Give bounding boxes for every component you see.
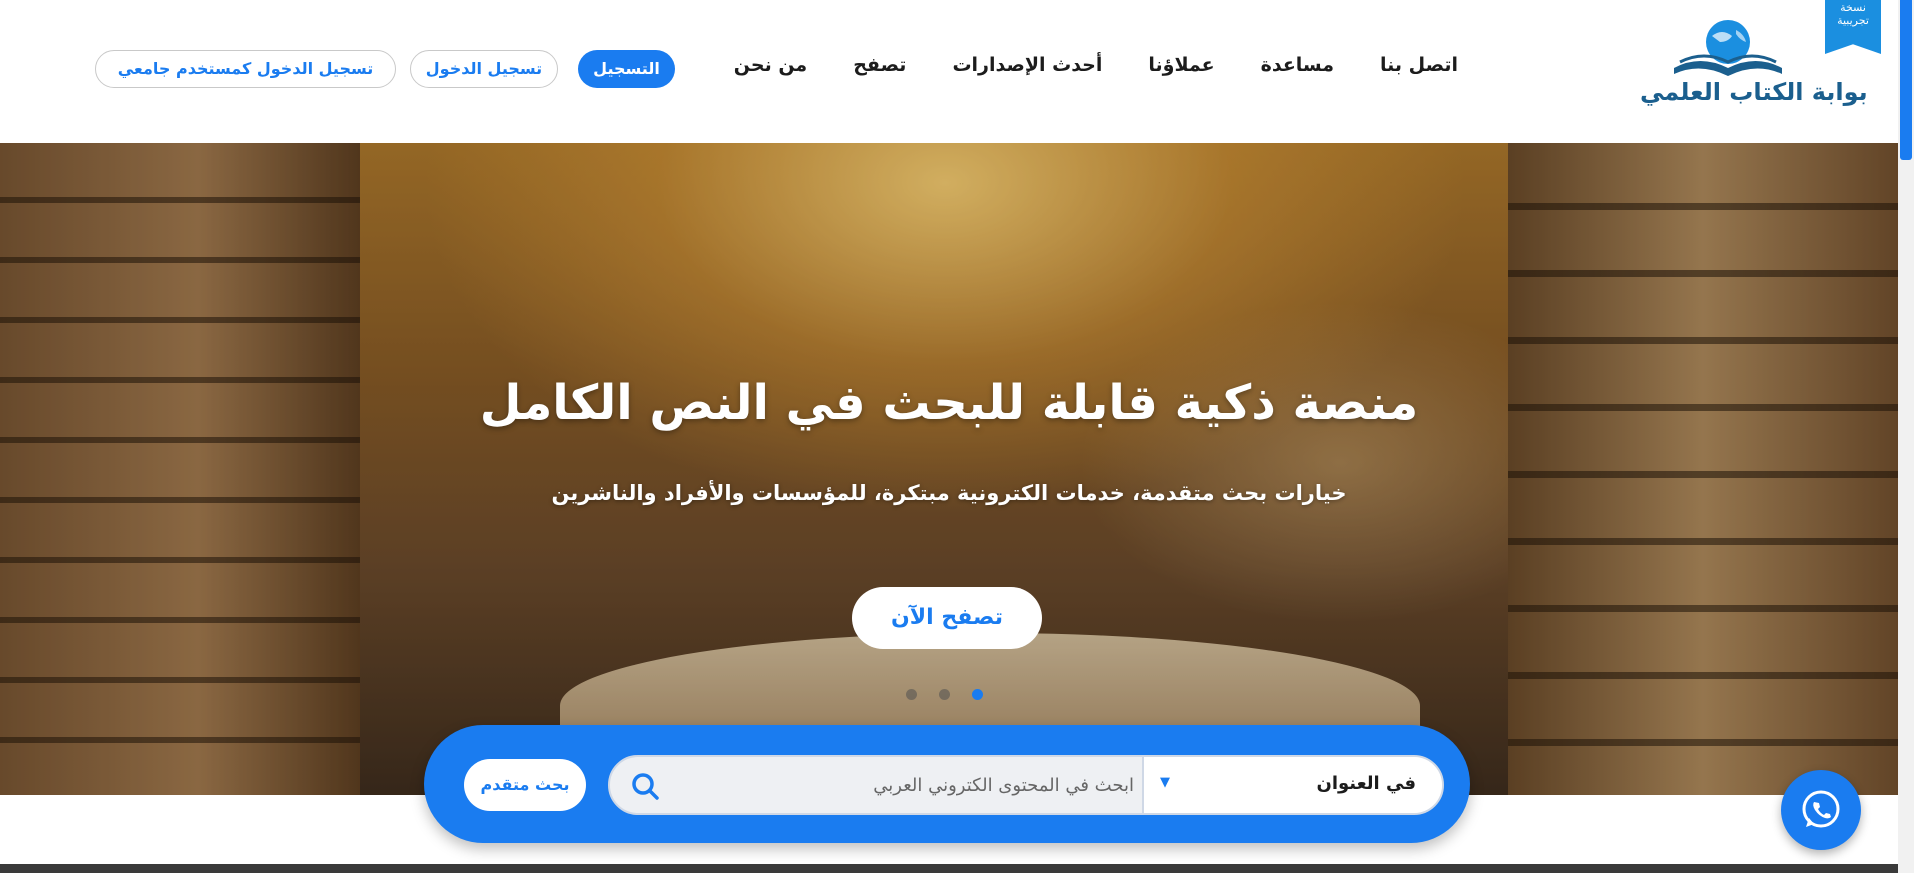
- globe-book-icon: [1674, 20, 1782, 76]
- nav-item-help[interactable]: مساعدة: [1261, 54, 1334, 76]
- logo-text: بوابة الكتاب العلمي: [1640, 78, 1868, 106]
- hero-title: منصة ذكية قابلة للبحث في النص الكامل: [479, 375, 1419, 431]
- search-field: [610, 757, 1142, 813]
- nav-item-clients[interactable]: عملاؤنا: [1148, 54, 1214, 76]
- browse-now-button[interactable]: تصفح الآن: [852, 587, 1042, 649]
- slider-dot-1[interactable]: [906, 689, 917, 700]
- beta-ribbon: نسخة تجريبية: [1825, 0, 1881, 54]
- advanced-search-button[interactable]: بحث متقدم: [464, 759, 586, 811]
- nav-item-about[interactable]: من نحن: [734, 54, 807, 76]
- search-scope-value: في العنوان: [1316, 773, 1416, 794]
- chevron-down-icon: ▼: [1160, 775, 1170, 790]
- search-scope-select[interactable]: في العنوان ▼: [1142, 757, 1442, 813]
- whatsapp-button[interactable]: [1781, 770, 1861, 850]
- university-login-button[interactable]: تسجيل الدخول كمستخدم جامعي: [95, 50, 396, 88]
- page-bottom-strip: [0, 864, 1898, 873]
- slider-dot-2[interactable]: [939, 689, 950, 700]
- scrollbar-thumb[interactable]: [1900, 0, 1912, 160]
- search-input[interactable]: [674, 765, 1134, 805]
- whatsapp-icon: [1802, 790, 1840, 828]
- slider-dots: [906, 689, 983, 700]
- slider-dot-3[interactable]: [972, 689, 983, 700]
- search-box: في العنوان ▼: [608, 755, 1444, 815]
- hero-banner: منصة ذكية قابلة للبحث في النص الكامل خيا…: [0, 143, 1898, 795]
- main-nav: من نحن تصفح أحدث الإصدارات عملاؤنا مساعد…: [734, 54, 1458, 76]
- nav-item-browse[interactable]: تصفح: [853, 54, 906, 76]
- nav-item-latest-releases[interactable]: أحدث الإصدارات: [952, 54, 1102, 76]
- search-icon[interactable]: [630, 771, 660, 801]
- login-button[interactable]: تسجيل الدخول: [410, 50, 558, 88]
- hero-subtitle: خيارات بحث متقدمة، خدمات الكترونية مبتكر…: [551, 481, 1347, 505]
- register-button[interactable]: التسجيل: [578, 50, 675, 88]
- nav-item-contact[interactable]: اتصل بنا: [1380, 54, 1458, 76]
- site-logo[interactable]: بوابة الكتاب العلمي: [1640, 16, 1868, 116]
- search-panel: بحث متقدم في العنوان ▼: [424, 725, 1470, 843]
- beta-ribbon-label: نسخة تجريبية: [1837, 1, 1869, 27]
- site-header: بوابة الكتاب العلمي نسخة تجريبية من نحن …: [0, 0, 1898, 143]
